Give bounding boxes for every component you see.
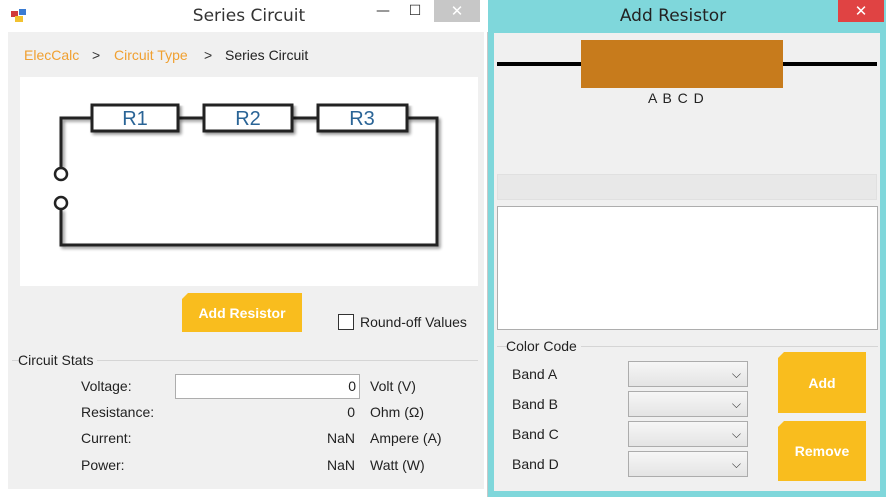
resistor-r2-label: R2 <box>235 108 261 130</box>
band-d-select[interactable]: ⌵ <box>628 451 748 477</box>
chevron-down-icon: ⌵ <box>731 367 741 381</box>
band-a-label: Band A <box>512 366 558 382</box>
band-c-select[interactable]: ⌵ <box>628 421 748 447</box>
breadcrumb-current-page: Series Circuit <box>225 47 309 63</box>
resistance-unit: Ohm (Ω) <box>370 404 425 420</box>
voltage-input[interactable]: 0 <box>175 374 360 399</box>
circuit-stats-title: Circuit Stats <box>18 352 98 368</box>
breadcrumb-separator: > <box>92 47 101 63</box>
current-unit: Ampere (A) <box>370 430 442 446</box>
wire-top-left <box>59 116 92 167</box>
minimize-button[interactable]: — <box>370 0 396 22</box>
chevron-down-icon: ⌵ <box>731 427 741 441</box>
power-unit: Watt (W) <box>370 457 425 473</box>
band-letters: A B C D <box>648 90 704 106</box>
add-button[interactable]: Add <box>778 352 866 413</box>
resistor-r3-label: R3 <box>349 108 375 130</box>
terminal-bottom <box>53 195 69 211</box>
breadcrumb-separator: > <box>204 47 213 63</box>
band-d-label: Band D <box>512 456 559 472</box>
resistor-r1-label: R1 <box>122 108 148 130</box>
power-value: NaN <box>326 457 355 473</box>
resistance-value: 0 <box>347 404 355 420</box>
resistor-window-title: Add Resistor <box>619 6 727 26</box>
series-circuit-diagram: R1 R2 R3 <box>53 103 439 247</box>
maximize-button[interactable]: ☐ <box>402 0 428 22</box>
terminal-top <box>53 166 69 182</box>
add-resistor-button[interactable]: Add Resistor <box>182 293 302 332</box>
chevron-down-icon: ⌵ <box>731 457 741 471</box>
current-label: Current: <box>81 430 132 446</box>
value-strip <box>497 174 877 200</box>
remove-button[interactable]: Remove <box>778 421 866 481</box>
band-b-label: Band B <box>512 396 558 412</box>
circuit-diagram-panel: R1 R2 R3 <box>20 77 478 286</box>
roundoff-label[interactable]: Round-off Values <box>360 314 467 330</box>
voltage-label: Voltage: <box>81 378 132 394</box>
voltage-unit: Volt (V) <box>370 378 416 394</box>
roundoff-checkbox[interactable] <box>338 314 354 330</box>
breadcrumb-eleccalc[interactable]: ElecCalc <box>24 47 79 63</box>
close-button[interactable]: ✕ <box>434 0 480 22</box>
band-c-label: Band C <box>512 426 559 442</box>
wire-return <box>59 116 439 247</box>
resistor-list-box[interactable] <box>497 206 878 330</box>
band-b-select[interactable]: ⌵ <box>628 391 748 417</box>
breadcrumb-circuit-type[interactable]: Circuit Type <box>114 47 188 63</box>
resistance-label: Resistance: <box>81 404 155 420</box>
current-value: NaN <box>326 430 355 446</box>
resistor-body <box>581 40 783 88</box>
chevron-down-icon: ⌵ <box>731 397 741 411</box>
power-label: Power: <box>81 457 125 473</box>
band-a-select[interactable]: ⌵ <box>628 361 748 387</box>
color-code-title: Color Code <box>506 338 581 354</box>
resistor-close-button[interactable]: ✕ <box>838 0 884 22</box>
